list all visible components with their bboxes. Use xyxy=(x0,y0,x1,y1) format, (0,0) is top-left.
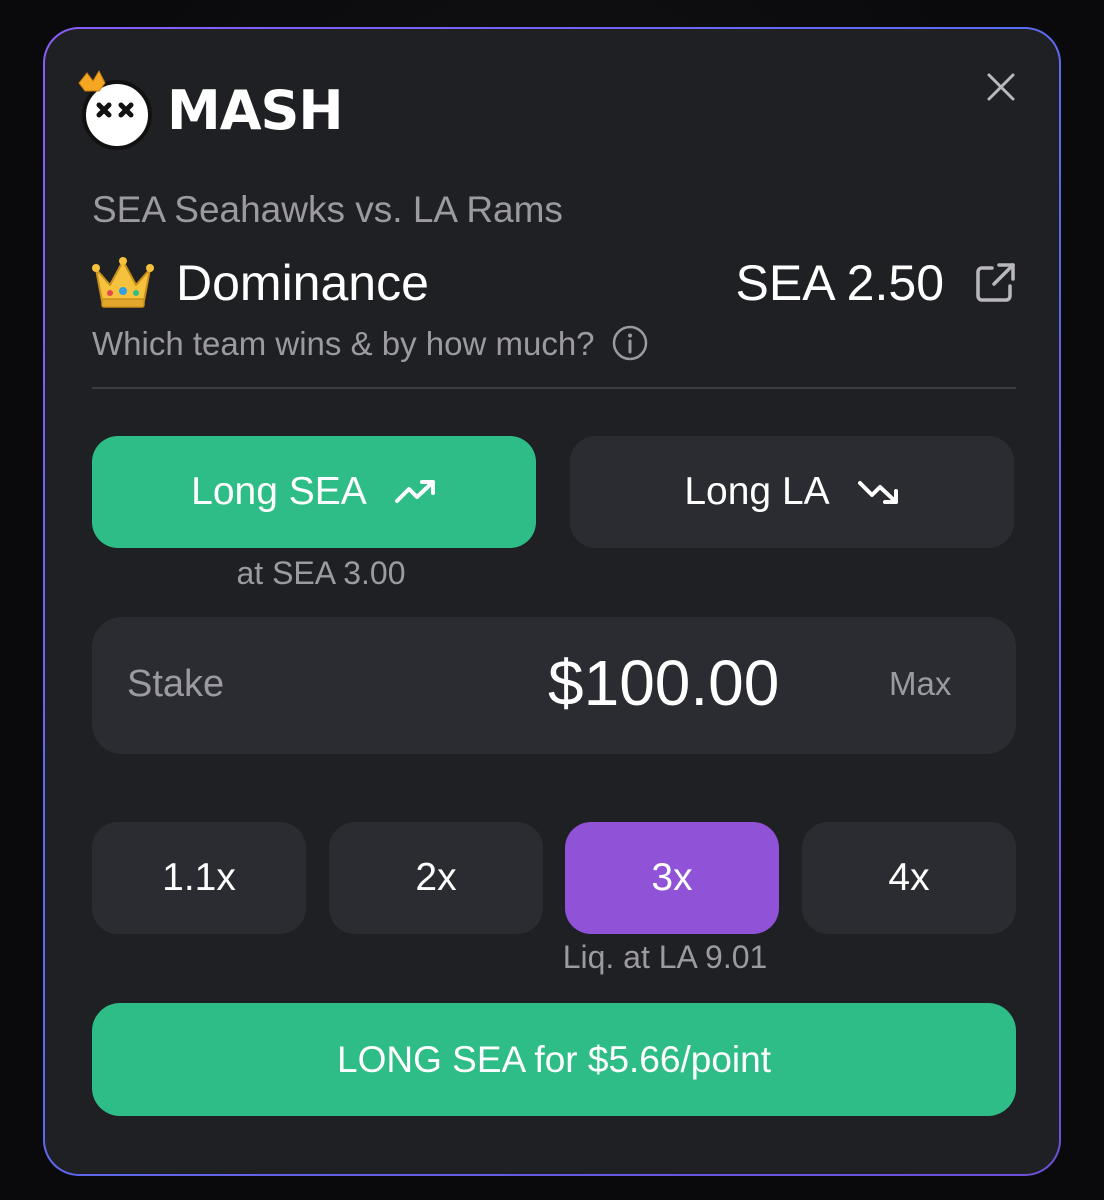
bet-card: MASH SEA Seahawks vs. LA Rams Dominance … xyxy=(45,29,1059,1174)
close-button[interactable] xyxy=(981,67,1021,107)
matchup-title: SEA Seahawks vs. LA Rams xyxy=(92,189,563,230)
submit-bet-button[interactable]: LONG SEA for $5.66/point xyxy=(92,1003,1016,1116)
close-icon xyxy=(987,73,1015,101)
divider xyxy=(92,387,1016,389)
long-la-label: Long LA xyxy=(684,470,830,513)
market-line: SEA 2.50 xyxy=(735,255,945,311)
stake-label: Stake xyxy=(127,663,225,705)
crown-icon xyxy=(92,257,154,308)
long-sea-button[interactable]: Long SEA xyxy=(92,436,536,548)
long-la-button[interactable]: Long LA xyxy=(570,436,1014,548)
liquidation-note: Liq. at LA 9.01 xyxy=(562,939,768,975)
market-line-group: SEA 2.50 xyxy=(736,258,1019,308)
mash-logo: MASH xyxy=(77,69,344,153)
bet-card-border: MASH SEA Seahawks vs. LA Rams Dominance … xyxy=(43,27,1061,1176)
side-price-note: at SEA 3.00 xyxy=(236,555,406,591)
market-row: Dominance SEA 2.50 xyxy=(92,251,1018,315)
mash-mascot-icon xyxy=(78,69,152,150)
trend-down-icon xyxy=(857,481,898,504)
stake-input-box[interactable]: Stake $100.00 Max xyxy=(92,617,1016,754)
market-name: Dominance xyxy=(176,255,429,311)
info-icon[interactable] xyxy=(611,324,649,362)
stake-amount-input[interactable]: $100.00 xyxy=(548,651,779,715)
leverage-option-1-1x[interactable]: 1.1x xyxy=(92,822,306,934)
trend-up-icon xyxy=(394,480,435,503)
max-stake-button[interactable]: Max xyxy=(889,667,951,700)
market-question: Which team wins & by how much? xyxy=(92,324,595,362)
market-question-row: Which team wins & by how much? xyxy=(92,324,649,362)
leverage-option-4x[interactable]: 4x xyxy=(802,822,1016,934)
leverage-option-3x[interactable]: 3x xyxy=(565,822,779,934)
market-title-group: Dominance xyxy=(92,255,429,311)
long-sea-label: Long SEA xyxy=(191,470,367,513)
brand-name: MASH xyxy=(167,79,344,142)
external-link-icon[interactable] xyxy=(972,260,1018,306)
leverage-option-2x[interactable]: 2x xyxy=(329,822,543,934)
